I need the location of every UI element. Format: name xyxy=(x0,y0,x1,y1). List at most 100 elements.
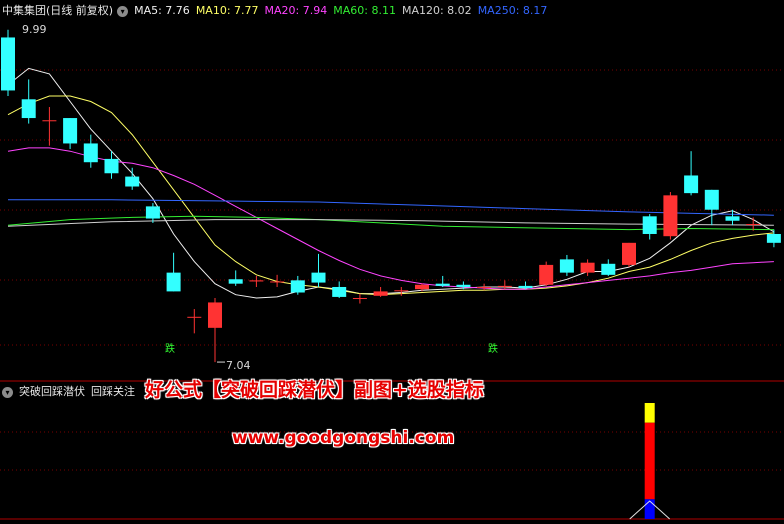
indicator-panel xyxy=(629,403,671,520)
candle[interactable] xyxy=(21,79,36,124)
candle-body xyxy=(270,281,285,283)
candle-body xyxy=(125,176,140,187)
candle-body xyxy=(332,286,347,297)
candle[interactable] xyxy=(373,286,388,297)
indicator-header: ▾ 突破回踩潜伏 回踩关注 xyxy=(2,385,141,399)
candle[interactable] xyxy=(746,217,761,231)
candle[interactable] xyxy=(352,293,367,304)
ma-legend-item: MA5: 7.76 xyxy=(134,4,190,17)
candle[interactable] xyxy=(208,298,222,363)
candle-body xyxy=(373,291,388,296)
candle-body xyxy=(83,143,98,163)
candle[interactable] xyxy=(290,275,305,295)
candle[interactable] xyxy=(601,259,616,276)
candle[interactable] xyxy=(642,214,657,240)
candle-body xyxy=(642,216,657,234)
ma-legend-item: MA60: 8.11 xyxy=(333,4,396,17)
signal-bar-blue xyxy=(644,499,655,519)
candle[interactable] xyxy=(497,280,512,290)
ma-line-ma250 xyxy=(8,199,774,216)
candle-body xyxy=(622,242,636,265)
candle[interactable] xyxy=(125,167,140,190)
candle[interactable] xyxy=(704,189,719,226)
candle[interactable] xyxy=(83,134,98,168)
candle-body xyxy=(187,316,202,318)
candle-body xyxy=(539,264,554,285)
ma-line-ma60 xyxy=(7,215,774,231)
main-chart-header: 中集集团(日线 前复权) ▾ MA5: 7.76 MA10: 7.77 MA20: 7.… xyxy=(2,4,559,18)
candle-body xyxy=(663,195,678,237)
candle-body xyxy=(42,120,57,122)
candle-body xyxy=(559,259,574,273)
chevron-down-icon[interactable]: ▾ xyxy=(2,386,13,398)
candle[interactable] xyxy=(539,261,554,286)
ma-line-ma10 xyxy=(7,95,774,296)
candle[interactable] xyxy=(332,281,347,299)
watermark-url: www.goodgongshi.com xyxy=(232,428,455,448)
sell-marker-2: 跌 xyxy=(488,342,498,355)
candle-body xyxy=(456,284,471,287)
candle-body xyxy=(145,206,160,219)
candle[interactable] xyxy=(270,274,285,287)
candle-body xyxy=(394,290,409,292)
indicator-name[interactable]: 突破回踩潜伏 xyxy=(19,385,85,398)
candle-body xyxy=(208,302,222,328)
candle[interactable] xyxy=(622,242,636,268)
candle[interactable] xyxy=(559,254,574,276)
candle-body xyxy=(1,37,15,91)
candle-body xyxy=(580,262,595,273)
candle-body xyxy=(746,224,761,226)
candle[interactable] xyxy=(311,253,326,287)
candle[interactable] xyxy=(663,192,678,240)
ma-legend: MA5: 7.76 MA10: 7.77 MA20: 7.94 MA60: 8.11 M… xyxy=(134,4,553,17)
candlesticks[interactable] xyxy=(1,29,781,363)
candle-body xyxy=(766,233,781,243)
candle-body xyxy=(21,99,36,119)
candle-body xyxy=(601,263,616,275)
ma-legend-item: MA10: 7.77 xyxy=(195,4,259,17)
stock-title[interactable]: 中集集团(日线 前复权) xyxy=(2,4,113,17)
candle-body xyxy=(684,175,699,194)
candle-body xyxy=(249,280,264,282)
signal-bar-yellow xyxy=(644,403,655,423)
candle-body xyxy=(497,285,512,287)
candle-body xyxy=(228,279,243,284)
candle[interactable] xyxy=(249,275,264,287)
signal-label: 回踩关注 xyxy=(91,385,135,398)
candle[interactable] xyxy=(518,281,533,290)
candle-body xyxy=(704,189,719,210)
candle-body xyxy=(725,216,740,221)
candle-body xyxy=(352,298,367,300)
candle[interactable] xyxy=(394,286,409,296)
signal-bar-red xyxy=(644,422,655,500)
ma-legend-item: MA120: 8.02 xyxy=(401,4,472,17)
candle[interactable] xyxy=(477,283,492,291)
watermark-title: 好公式【突破回踩潜伏】副图+选股指标 xyxy=(145,379,484,401)
candle-body xyxy=(477,286,492,288)
candle[interactable] xyxy=(766,229,781,248)
low-price-label: 7.04 xyxy=(226,359,251,372)
high-price-label: 9.99 xyxy=(22,23,47,36)
ma-line-ma20 xyxy=(7,147,774,290)
candle[interactable] xyxy=(1,29,15,96)
candle[interactable] xyxy=(166,252,181,292)
candle[interactable] xyxy=(228,270,243,286)
candle-body xyxy=(166,272,181,292)
candle-body xyxy=(290,280,305,293)
ma-legend-item: MA250: 8.17 xyxy=(477,4,548,17)
candle[interactable] xyxy=(187,309,202,334)
candle-body xyxy=(311,272,326,283)
candle-body xyxy=(435,283,450,286)
candle-body xyxy=(518,285,533,289)
candle[interactable] xyxy=(63,118,78,149)
ma-legend-item: MA20: 7.94 xyxy=(264,4,328,17)
candle-body xyxy=(104,158,119,174)
sell-marker-1: 跌 xyxy=(165,342,175,355)
candle-body xyxy=(63,118,78,144)
candle[interactable] xyxy=(684,151,699,196)
candle[interactable] xyxy=(435,275,450,287)
candle[interactable] xyxy=(145,203,160,223)
moving-average-lines xyxy=(7,67,775,299)
chevron-down-icon[interactable]: ▾ xyxy=(117,5,129,17)
candle[interactable] xyxy=(104,151,119,179)
